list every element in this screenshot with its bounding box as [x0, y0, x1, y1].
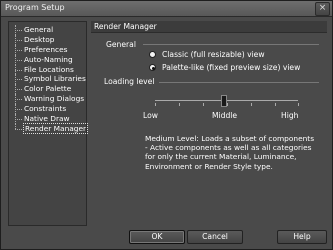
slider-tick	[227, 103, 228, 106]
general-group-label: General	[106, 40, 136, 49]
sidebar-item-constraints[interactable]: Constraints	[9, 104, 86, 115]
sidebar-item-label: Preferences	[24, 44, 68, 54]
close-icon: ×	[318, 3, 327, 13]
classic-view-label: Classic (full resizable) view	[162, 50, 265, 59]
title-bar[interactable]: Program Setup ×	[1, 1, 332, 17]
sidebar-item-label: Warning Dialogs	[24, 94, 85, 104]
slider-tick	[179, 103, 180, 106]
sidebar-item-label: Constraints	[24, 104, 67, 114]
palette-view-label: Palette-like (fixed preview size) view	[162, 63, 301, 72]
sidebar-item-label: Native Draw	[24, 114, 70, 124]
sidebar-item-auto-naming[interactable]: Auto-Naming	[9, 54, 86, 65]
sidebar-item-file-locations[interactable]: File Locations	[9, 64, 86, 75]
sidebar-item-render-manager[interactable]: Render Manager	[9, 122, 89, 134]
sidebar-item-label: Symbol Libraries	[24, 74, 86, 84]
window-title: Program Setup	[5, 3, 65, 12]
sidebar-item-label: Desktop	[24, 34, 55, 44]
sidebar-item-symbol-libraries[interactable]: Symbol Libraries	[9, 74, 86, 85]
slider-tick	[275, 103, 276, 106]
slider-tick	[203, 103, 204, 106]
sidebar-item-general[interactable]: General	[9, 25, 86, 35]
close-button[interactable]: ×	[315, 2, 330, 16]
slider-tick	[251, 103, 252, 106]
loading-level-description: Medium Level: Loads a subset of componen…	[145, 134, 315, 171]
slider-tick	[155, 103, 156, 106]
general-divider	[143, 44, 319, 45]
sidebar-item-label: File Locations	[24, 64, 74, 74]
settings-tree: General Desktop Preferences Auto-Naming …	[8, 21, 89, 226]
palette-view-option[interactable]: Palette-like (fixed preview size) view	[149, 63, 300, 72]
sidebar-item-color-palette[interactable]: Color Palette	[9, 84, 86, 95]
sidebar-item-label: General	[24, 25, 54, 34]
loading-level-label: Loading level	[104, 77, 155, 86]
sidebar-item-warning-dialogs[interactable]: Warning Dialogs	[9, 94, 86, 105]
high-label: High	[281, 111, 299, 120]
palette-view-radio[interactable]	[149, 64, 156, 71]
slider-tick	[298, 103, 299, 106]
program-setup-window: Program Setup × General Desktop Preferen…	[0, 0, 333, 250]
cancel-button[interactable]: Cancel	[187, 230, 243, 244]
loading-divider	[159, 82, 319, 83]
sidebar-item-preferences[interactable]: Preferences	[9, 44, 86, 55]
middle-label: Middle	[212, 111, 238, 120]
sidebar-item-label: Render Manager	[22, 122, 89, 134]
ok-button[interactable]: OK	[129, 230, 185, 244]
classic-view-radio[interactable]	[149, 51, 156, 58]
sidebar-item-native-draw[interactable]: Native Draw	[9, 114, 86, 124]
sidebar-item-label: Auto-Naming	[24, 54, 73, 64]
low-label: Low	[143, 111, 158, 120]
render-manager-panel: Render Manager General Classic (full res…	[91, 21, 327, 221]
help-button[interactable]: Help	[277, 230, 327, 244]
slider-thumb[interactable]	[221, 95, 227, 107]
sidebar-item-desktop[interactable]: Desktop	[9, 34, 86, 45]
panel-title: Render Manager	[91, 21, 327, 33]
classic-view-option[interactable]: Classic (full resizable) view	[149, 50, 265, 59]
sidebar-item-label: Color Palette	[24, 84, 72, 94]
